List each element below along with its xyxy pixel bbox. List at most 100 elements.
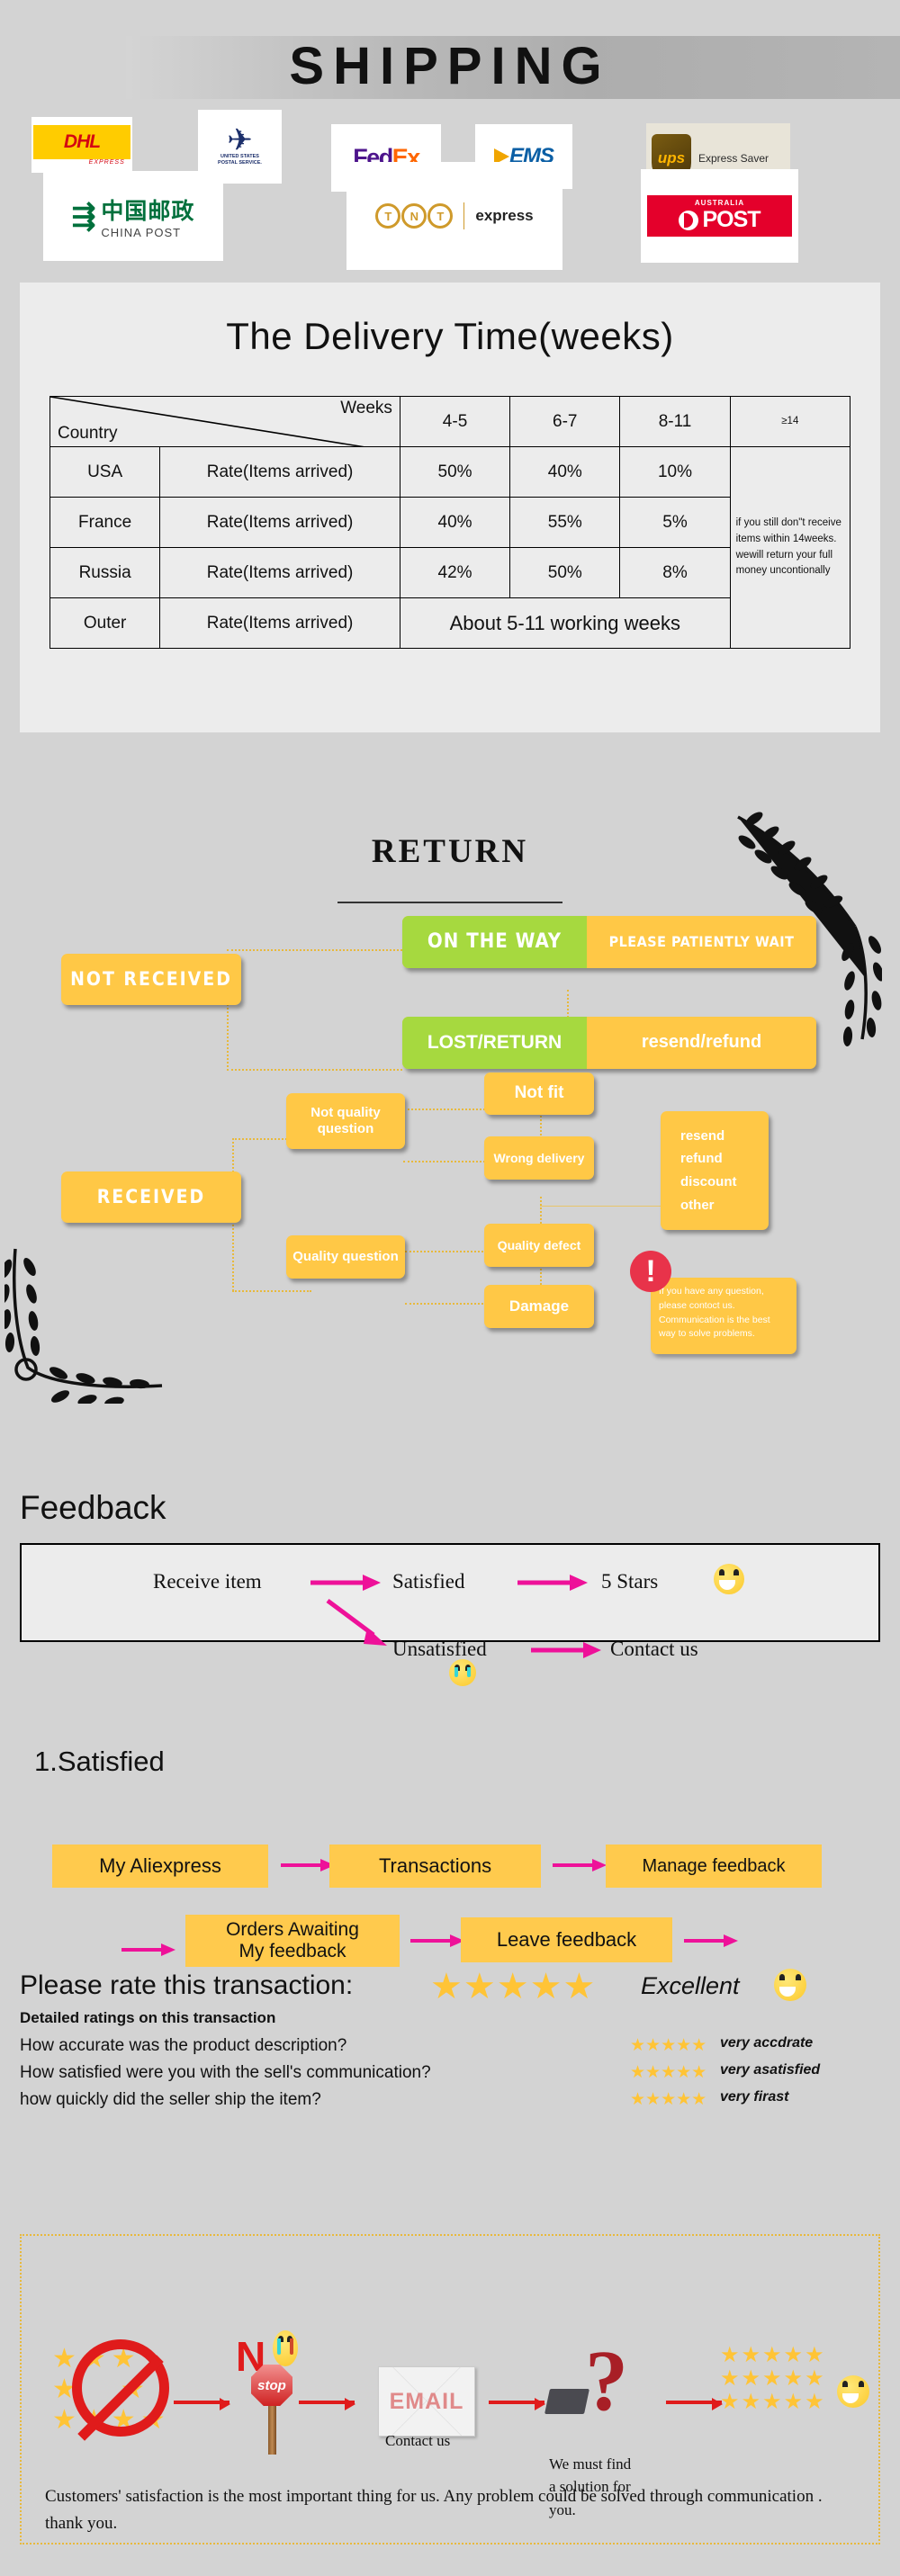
aupost-label: POST — [702, 207, 760, 232]
damage-label: Damage — [508, 1297, 570, 1315]
row-rate-label-russia: Rate(Items arrived) — [159, 547, 400, 598]
rating-value-1-label: very asatisfied — [720, 2062, 821, 2078]
flow-box-quality-defect[interactable]: Quality defect — [484, 1224, 594, 1267]
flow-box-on-the-way[interactable]: ON THE WAY PLEASE PATIENTLY WAIT — [402, 916, 816, 968]
aupost-toplabel: AUSTRALIA — [694, 199, 745, 207]
lost-return-action-label: resend/refund — [641, 1032, 762, 1053]
banner-arrow-3 — [489, 2398, 545, 2410]
step-transactions[interactable]: Transactions — [329, 1844, 541, 1888]
arrow-satisfied-to-stars — [518, 1575, 588, 1591]
lost-return-label: LOST/RETURN — [427, 1031, 562, 1053]
banner-stars-right: ★★★★★ ★★★★★ ★★★★★ — [720, 2344, 837, 2414]
row-usa-v1: 40% — [509, 446, 621, 498]
tnt-circle-1: T — [375, 203, 401, 229]
banner-stars-row-1: ★★★★★ — [720, 2366, 826, 2391]
flow-box-not-received[interactable]: NOT RECEIVED — [61, 954, 241, 1005]
rating-emoji-eye-left — [779, 1974, 785, 1980]
rating-prompt-value: Excellent — [641, 1972, 740, 2000]
not-quality-label: Not quality question — [310, 1105, 381, 1136]
connector-notreceived-top — [227, 949, 402, 951]
step-leave-feedback[interactable]: Leave feedback — [461, 1917, 672, 1962]
usps-wrap: ✈ UNITED STATES POSTAL SERVICE. — [218, 125, 262, 166]
rating-value-2-label: very firast — [720, 2089, 789, 2105]
lost-return-status: LOST/RETURN — [402, 1017, 587, 1069]
rating-detail-heading: Detailed ratings on this transaction — [20, 2009, 275, 2027]
arrow-orders-to-leave-feedback — [410, 1934, 464, 1947]
usps-label: UNITED STATES — [220, 154, 259, 159]
flow-box-quality-question[interactable]: Quality question — [286, 1235, 405, 1279]
banner-stars-row-0: ★★★★★ — [720, 2343, 826, 2367]
step-orders-awaiting[interactable]: Orders Awaiting My feedback — [185, 1915, 400, 1967]
satisfied-heading: 1.Satisfied — [34, 1746, 165, 1777]
arrow-transactions-to-manage — [553, 1859, 607, 1871]
row-france-v0: 40% — [399, 497, 511, 548]
question-mark-glyph: ? — [585, 2332, 628, 2428]
no-negative-feedback-icon — [72, 2339, 169, 2437]
aupost-row: POST — [652, 207, 787, 233]
row-country-france: France — [49, 497, 161, 548]
row-country-usa: USA — [49, 446, 161, 498]
emoji-eye-left — [719, 1569, 724, 1575]
banner-emoji-tear-left — [277, 2338, 281, 2355]
row-rate-label-france: Rate(Items arrived) — [159, 497, 400, 548]
arrow-after-leave-feedback — [684, 1934, 738, 1947]
return-title-rule — [338, 902, 562, 903]
flow-box-lost-return[interactable]: LOST/RETURN resend/refund — [402, 1017, 816, 1069]
email-label: EMAIL — [389, 2388, 464, 2414]
step-my-aliexpress[interactable]: My Aliexpress — [52, 1844, 268, 1888]
carrier-logo-australia-post: AUSTRALIA POST — [641, 169, 798, 263]
table-row: USA Rate(Items arrived) 50% 40% 10% if y… — [49, 446, 851, 649]
rating-emoji-eye-right — [796, 1974, 801, 1980]
rating-stars-2-glyphs: ★★★★★ — [630, 2090, 707, 2109]
caption-contact-us: Contact us — [385, 2429, 450, 2453]
page-title: SHIPPING — [289, 37, 611, 95]
rating-stars-1[interactable]: ★★★★★ — [630, 2062, 706, 2083]
rating-question-1: How satisfied were you with the sell's c… — [20, 2063, 431, 2083]
dhl-bar: DHL — [33, 124, 130, 159]
delivery-time-title: The Delivery Time(weeks) — [226, 315, 674, 357]
laptop-icon — [544, 2389, 590, 2414]
feedback-contact-us: Contact us — [610, 1638, 698, 1660]
carrier-logo-tnt: T N T express — [346, 162, 562, 270]
flow-box-outcomes[interactable]: resend refund discount other — [661, 1111, 769, 1230]
on-the-way-status: ON THE WAY — [402, 916, 587, 968]
caption-contact-us-label: Contact us — [385, 2432, 451, 2449]
rating-prompt-stars[interactable]: ★★★★★ — [430, 1966, 596, 2007]
rating-stars-2[interactable]: ★★★★★ — [630, 2089, 706, 2110]
flow-box-not-fit[interactable]: Not fit — [484, 1073, 594, 1115]
return-alert-note: If you have any question, please contoct… — [651, 1278, 796, 1354]
row-usa-v2: 10% — [619, 446, 731, 498]
row-rate-label-usa: Rate(Items arrived) — [159, 446, 400, 498]
aupost-block: AUSTRALIA POST — [647, 195, 792, 237]
banner-happy-mouth — [842, 2393, 859, 2403]
flow-box-damage[interactable]: Damage — [484, 1285, 594, 1328]
rating-prompt-stars-glyphs: ★★★★★ — [430, 1967, 597, 2006]
rating-emoji-mouth — [779, 1987, 796, 1997]
step-leave-feedback-label: Leave feedback — [496, 1927, 637, 1951]
banner-emoji-tear-right — [290, 2338, 293, 2355]
step-orders-awaiting-label: Orders Awaiting My feedback — [226, 1919, 359, 1961]
tnt-circle-2: N — [401, 203, 428, 229]
rating-question-2: how quickly did the seller ship the item… — [20, 2090, 321, 2110]
flow-box-not-quality-question[interactable]: Not quality question — [286, 1093, 405, 1149]
flow-box-received[interactable]: RECEIVED — [61, 1171, 241, 1223]
not-received-label: NOT RECEIVED — [70, 968, 232, 991]
arrow-into-orders-awaiting — [122, 1943, 176, 1956]
ups-label: ups — [657, 149, 686, 166]
row-russia-v2: 8% — [619, 547, 731, 598]
usps-sublabel: POSTAL SERVICE. — [218, 160, 262, 166]
carrier-logo-dhl: DHL EXPRESS — [32, 117, 132, 173]
banner-footer-note: Customers' satisfaction is the most impo… — [45, 2483, 855, 2538]
step-manage-feedback[interactable]: Manage feedback — [606, 1844, 822, 1888]
rating-question-0: How accurate was the product description… — [20, 2036, 346, 2056]
rating-stars-0-glyphs: ★★★★★ — [630, 2036, 707, 2055]
rating-value-1: very asatisfied — [720, 2062, 820, 2078]
flow-box-wrong-delivery[interactable]: Wrong delivery — [484, 1136, 594, 1180]
lost-return-action-wrap: resend/refund — [587, 1017, 816, 1069]
outcome-other: other — [680, 1197, 715, 1213]
rating-stars-0[interactable]: ★★★★★ — [630, 2035, 706, 2056]
banner-sad-emoji-icon — [273, 2330, 298, 2366]
row-france-v1: 55% — [509, 497, 621, 548]
feedback-heading: Feedback — [20, 1489, 166, 1526]
happy-emoji-icon — [714, 1564, 744, 1594]
